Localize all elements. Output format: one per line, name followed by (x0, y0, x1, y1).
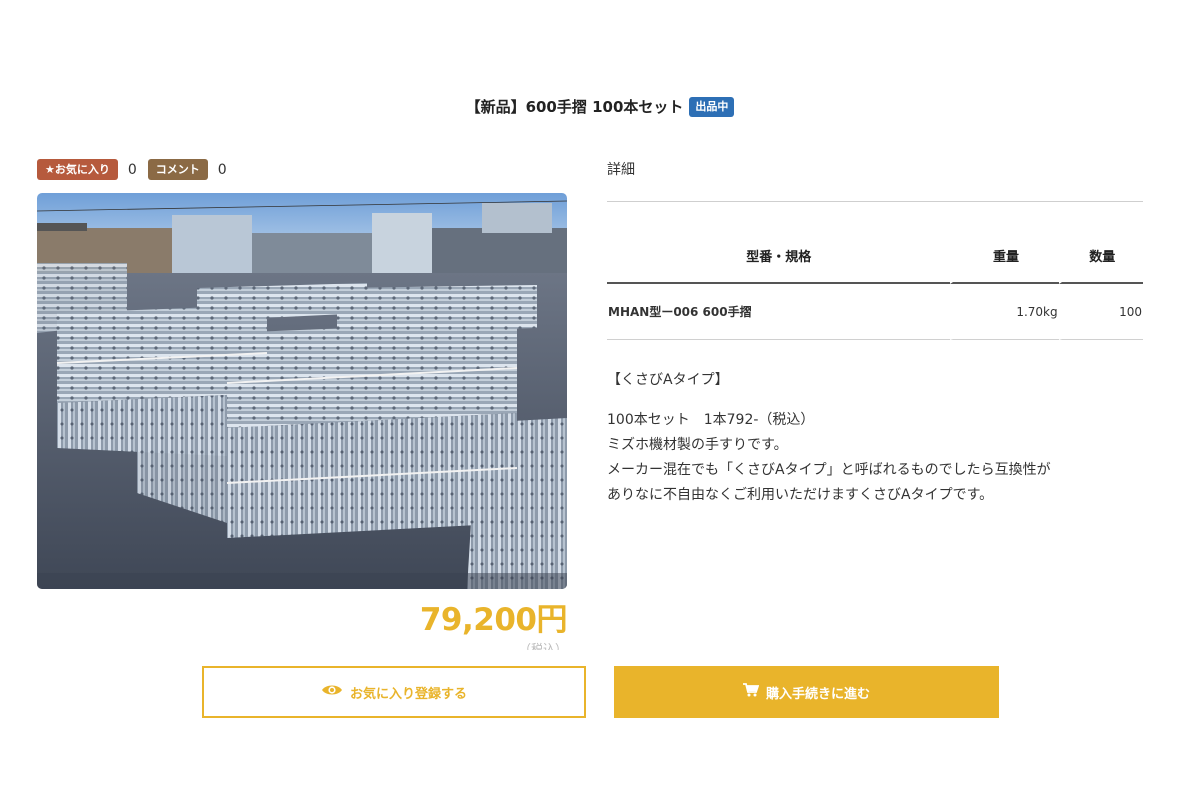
add-favorite-label: お気に入り登録する (349, 686, 467, 702)
cell-quantity: 100 (1058, 284, 1143, 340)
comment-tag: コメント (147, 159, 208, 180)
column-header-model: 型番・規格 (607, 228, 951, 284)
product-stats: ★お気に入り 0 コメント 0 (37, 159, 238, 180)
column-header-weight: 重量 (950, 228, 1059, 284)
checkout-label: 購入手続きに進む (765, 686, 870, 702)
column-header-quantity: 数量 (1058, 228, 1143, 284)
product-title: 【新品】600手摺 100本セット (465, 98, 684, 116)
spec-table-header: 型番・規格 重量 数量 (607, 228, 1143, 284)
details-divider (607, 201, 1143, 202)
description-line: メーカー混在でも「くさびAタイプ」と呼ばれるものでしたら互換性が (607, 462, 1051, 478)
scaffold-photo-illustration (37, 193, 567, 589)
comment-count: 0 (217, 161, 227, 178)
product-header: 【新品】600手摺 100本セット 出品中 (0, 96, 1200, 117)
favorite-count: 0 (127, 161, 137, 178)
price-tax-note: （税込） (518, 642, 567, 650)
eye-icon (321, 683, 343, 701)
description-type: 【くさびAタイプ】 (607, 372, 729, 388)
cell-model: MHAN型ー006 600手摺 (607, 284, 951, 340)
cell-weight: 1.70kg (950, 284, 1059, 340)
description-line: 100本セット 1本792-（税込） (607, 412, 815, 428)
status-badge: 出品中 (689, 96, 735, 117)
price: 79,200円 (419, 602, 568, 638)
spec-table: 型番・規格 重量 数量 MHAN型ー006 600手摺 1.70kg 100 (607, 228, 1143, 340)
table-row: MHAN型ー006 600手摺 1.70kg 100 (607, 284, 1143, 340)
cart-icon (742, 683, 760, 701)
checkout-button[interactable]: 購入手続きに進む (614, 666, 999, 718)
product-description: 【くさびAタイプ】 100本セット 1本792-（税込） ミズホ機材製の手すりで… (607, 368, 1167, 508)
add-favorite-button[interactable]: お気に入り登録する (202, 666, 586, 718)
details-heading: 詳細 (607, 162, 635, 178)
favorite-tag: ★お気に入り (37, 159, 118, 180)
description-line: ありなに不自由なくご利用いただけますくさびAタイプです。 (607, 487, 994, 503)
product-photo[interactable] (37, 193, 567, 589)
description-line: ミズホ機材製の手すりです。 (607, 437, 788, 453)
